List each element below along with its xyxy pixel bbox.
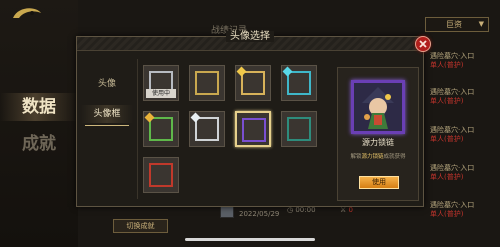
record-mode: 单人(普护) (430, 61, 464, 69)
home-indicator[interactable] (185, 238, 315, 241)
game-logo-icon (13, 8, 41, 18)
frame-grid: 使用中 (143, 65, 321, 203)
frame-cell-purple[interactable] (235, 111, 271, 147)
active-tab-indicator (85, 125, 129, 126)
achievement-highlight: 源力锁链 (361, 154, 384, 160)
record-location: 遇险墓穴·入口 (430, 88, 475, 96)
avatar-select-dialog: 头像选择 头像 头像框 使用中 源力锁链 解锁源力锁链成就获得 使用 (76, 31, 424, 207)
frame-preview (287, 71, 311, 95)
frame-preview (287, 117, 311, 141)
sidebar: 数据 成就 (0, 0, 78, 247)
use-button[interactable]: 使用 (359, 176, 399, 189)
in-use-badge: 使用中 (146, 89, 176, 98)
frame-cell-gold[interactable] (189, 65, 225, 101)
sort-dropdown-label: 巨资 (446, 20, 462, 29)
frame-preview (149, 117, 173, 141)
record-mode: 单人(普护) (430, 97, 464, 105)
sidebar-tab-achievements[interactable]: 成就 (0, 130, 78, 158)
record-date: 2022/05/29 (239, 210, 280, 218)
record-mode: 单人(普护) (430, 210, 464, 218)
record-row[interactable]: 遇险墓穴·入口 单人(普护) (430, 164, 500, 182)
record-location: 遇险墓穴·入口 (430, 164, 475, 172)
sidebar-tab-data[interactable]: 数据 (0, 93, 78, 121)
switch-achievement-button[interactable]: 切换成就 (113, 219, 168, 233)
frame-cell-gold-gem[interactable] (235, 65, 271, 101)
frame-cell-red[interactable] (143, 157, 179, 193)
record-location: 遇险墓穴·入口 (430, 126, 475, 134)
frame-name: 源力锁链 (362, 138, 394, 147)
frame-preview (241, 71, 265, 95)
tab-avatar-frame[interactable]: 头像框 (81, 105, 133, 123)
record-mode: 单人(普护) (430, 173, 464, 181)
frame-cell-teal[interactable] (281, 111, 317, 147)
close-button[interactable] (415, 36, 431, 52)
frame-cell-silver[interactable] (189, 111, 225, 147)
record-row[interactable]: 遇险墓穴·入口 单人(普护) (430, 201, 500, 219)
dialog-title: 头像选择 (77, 31, 423, 42)
record-kills: ⚔ 0 (340, 206, 353, 214)
sort-dropdown[interactable]: 巨资 ▼ (425, 17, 489, 32)
record-time: ◷ 00:00 (287, 206, 316, 214)
record-row[interactable]: 遇险墓穴·入口 单人(普护) (430, 52, 500, 70)
frame-cell-cyan[interactable] (281, 65, 317, 101)
tab-avatar[interactable]: 头像 (81, 75, 133, 93)
frame-preview (149, 163, 173, 187)
record-mode: 单人(普护) (430, 135, 464, 143)
record-location: 遇险墓穴·入口 (430, 201, 475, 209)
record-location: 遇险墓穴·入口 (430, 52, 475, 60)
character-portrait-icon (354, 83, 402, 131)
record-row[interactable]: 遇险墓穴·入口 单人(普护) (430, 126, 500, 144)
close-icon (419, 40, 427, 48)
record-time-value: 00:00 (295, 206, 316, 214)
record-row[interactable]: 遇险墓穴·入口 单人(普护) (430, 88, 500, 106)
frame-cell-green[interactable] (143, 111, 179, 147)
chevron-down-icon: ▼ (478, 20, 484, 28)
frame-preview (195, 117, 219, 141)
frame-unlock-description: 解锁源力锁链成就获得 (350, 154, 406, 160)
frame-detail-panel: 源力锁链 解锁源力锁链成就获得 使用 (337, 67, 419, 201)
frame-preview (242, 118, 266, 142)
frame-cell-default[interactable]: 使用中 (143, 65, 179, 101)
record-kills-value: 0 (348, 206, 353, 214)
divider (137, 59, 138, 199)
character-portrait (351, 80, 405, 134)
frame-preview (195, 71, 219, 95)
